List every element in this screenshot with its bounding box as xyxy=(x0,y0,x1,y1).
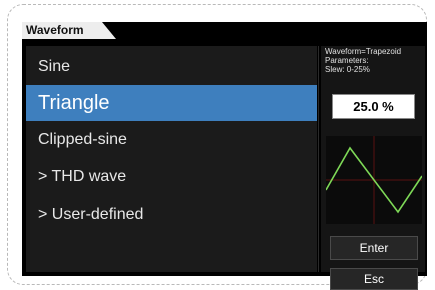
waveform-tab[interactable]: Waveform xyxy=(22,22,116,39)
menu-item-label: > User-defined xyxy=(38,206,144,223)
instrument-screen: Waveform Sine Triangle Clipped-sine > TH… xyxy=(22,22,427,290)
menu-item-clipped-sine[interactable]: Clipped-sine xyxy=(26,122,317,158)
parameters-text: Parameters: xyxy=(325,56,369,65)
side-panel: Waveform=Trapezoid Parameters: Slew: 0-2… xyxy=(321,46,425,290)
panel-divider xyxy=(318,46,319,272)
menu-item-triangle[interactable]: Triangle xyxy=(26,85,317,121)
waveform-menu: Sine Triangle Clipped-sine > THD wave > … xyxy=(26,46,317,272)
menu-item-label: Sine xyxy=(38,58,71,75)
slew-range-text: Slew: 0-25% xyxy=(325,65,370,74)
slew-value-field[interactable]: 25.0 % xyxy=(332,94,415,119)
waveform-info: Waveform=Trapezoid Parameters: Slew: 0-2… xyxy=(325,47,401,74)
menu-item-thd-wave[interactable]: > THD wave xyxy=(26,159,317,195)
enter-button[interactable]: Enter xyxy=(330,236,418,260)
waveform-type-text: Waveform=Trapezoid xyxy=(325,47,402,56)
menu-item-sine[interactable]: Sine xyxy=(26,49,317,85)
menu-item-user-defined[interactable]: > User-defined xyxy=(26,197,317,233)
waveform-preview xyxy=(325,136,423,224)
menu-item-label: > THD wave xyxy=(38,168,127,185)
waveform-tab-label: Waveform xyxy=(26,23,84,37)
waveform-preview-graphic xyxy=(325,136,423,224)
menu-item-label: Clipped-sine xyxy=(38,131,127,148)
menu-item-label: Triangle xyxy=(38,92,110,114)
esc-button[interactable]: Esc xyxy=(330,268,418,290)
